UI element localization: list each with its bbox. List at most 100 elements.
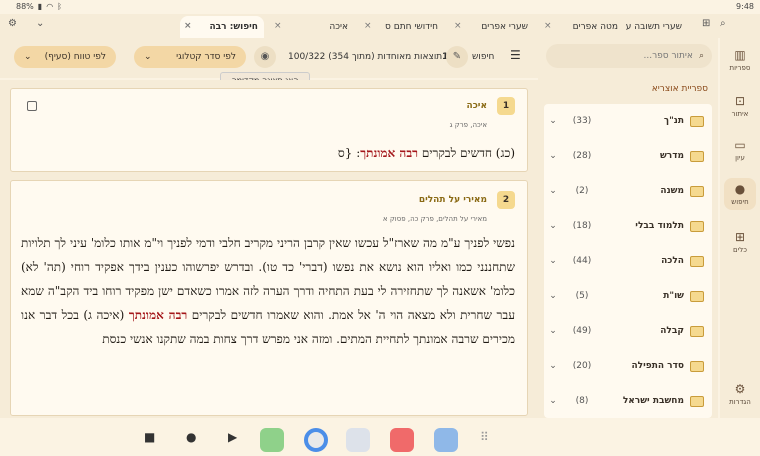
close-icon[interactable]: × — [364, 21, 372, 31]
book-icon: ▭ — [734, 138, 746, 152]
contacts-app-icon[interactable] — [346, 428, 370, 452]
rail-item-search[interactable]: ● חיפוש — [724, 178, 756, 210]
category-item[interactable]: תנ"ך (33) ⌄ — [544, 104, 712, 138]
category-item[interactable]: משנה (2) ⌄ — [544, 174, 712, 208]
close-icon[interactable]: × — [184, 21, 192, 31]
recents-button-icon[interactable]: ■ — [144, 430, 155, 444]
book-search-input[interactable]: ⌕ איתור ספר... — [546, 44, 712, 68]
folder-icon — [690, 290, 704, 302]
edit-query-button[interactable]: ✎ — [446, 46, 468, 68]
folder-icon — [690, 185, 704, 197]
close-icon[interactable]: × — [274, 21, 282, 31]
tab-search-raba[interactable]: חיפוש: רבה × — [180, 16, 264, 38]
library-panel: ⌕ איתור ספר... ספריית אוצריא תנ"ך (33) ⌄… — [538, 38, 718, 418]
category-item[interactable]: תלמוד בבלי (18) ⌄ — [544, 209, 712, 243]
eye-icon: ◉ — [260, 51, 270, 62]
youtube-app-icon[interactable] — [390, 428, 414, 452]
category-item[interactable]: קבלה (49) ⌄ — [544, 314, 712, 348]
search-highlight: רבה אמונתך — [360, 146, 419, 160]
battery-level: 88% — [16, 2, 34, 11]
settings-icon[interactable]: ⚙ — [8, 18, 17, 29]
back-button-icon[interactable]: ▶ — [228, 430, 237, 444]
range-filter-dropdown[interactable]: לפי טווח (סעיף) ⌄ — [14, 46, 116, 68]
rail-item-tools[interactable]: ⊞ כלים — [724, 230, 756, 254]
search-icon: ⌕ — [698, 51, 704, 61]
library-icon: ▥ — [734, 48, 746, 62]
preview-toggle-button[interactable]: ◉ — [254, 46, 276, 68]
rail-item-locate[interactable]: ⊡ איתור — [724, 94, 756, 118]
order-dropdown[interactable]: לפי סדר קטלוגי ⌄ — [134, 46, 246, 68]
category-item[interactable]: סדר התפילה (20) ⌄ — [544, 349, 712, 383]
result-reference: איכה, פרק ג — [449, 121, 487, 129]
result-text: נפשי לפניך ע"מ מה שארז"ל עכשו שאין קרבן … — [21, 236, 515, 346]
rail-item-libraries[interactable]: ▥ ספריות — [724, 48, 756, 72]
tools-icon: ⊞ — [734, 230, 746, 244]
results-list: 1 איכה איכה, פרק ג (כג) חדשים לבקרים רבה… — [0, 80, 538, 418]
result-title: מאירי על תהלים — [418, 195, 487, 205]
folder-icon — [690, 325, 704, 337]
search-icon[interactable]: ⌕ — [720, 18, 726, 29]
category-item[interactable]: שו"ת (5) ⌄ — [544, 279, 712, 313]
tab-shaarei-efraim[interactable]: שערי אפרים × — [450, 16, 534, 38]
tab-shaarei-teshuva[interactable]: שערי תשובה ע"ו — [626, 16, 688, 38]
app-drawer-icon[interactable]: ⠿ — [480, 430, 489, 444]
home-button-icon[interactable]: ● — [186, 430, 196, 444]
folder-icon — [690, 220, 704, 232]
bluetooth-icon: ᛒ — [57, 2, 62, 11]
add-tab-icon[interactable]: ⊞ — [702, 18, 710, 29]
result-reference: מאירי על תהלים, פרק כה, פסוק א — [382, 215, 487, 223]
results-summary: 100/322 תוצאות מאוחדות (מתוך 354) — [288, 52, 443, 62]
category-item[interactable]: הלכה (44) ⌄ — [544, 244, 712, 278]
result-card[interactable]: 2 מאירי על תהלים מאירי על תהלים, פרק כה,… — [10, 180, 528, 416]
wifi-icon: ◠ — [46, 2, 54, 11]
chevron-down-icon[interactable]: ⌄ — [544, 256, 562, 266]
chevron-down-icon[interactable]: ⌄ — [544, 151, 562, 161]
rail-item-settings[interactable]: ⚙ הגדרות — [724, 382, 756, 406]
tab-chidushei-chatam[interactable]: חידושי חתם ס × — [360, 16, 444, 38]
chevron-down-icon: ⌄ — [24, 52, 32, 62]
folder-icon — [690, 360, 704, 372]
tab-bar: ⚙ ⌄ חיפוש: רבה × איכה × חידושי חתם ס × שערי… — [0, 14, 760, 38]
folder-icon — [690, 115, 704, 127]
category-item[interactable]: מדרש (28) ⌄ — [544, 139, 712, 173]
locate-icon: ⊡ — [734, 94, 746, 108]
result-title: איכה — [466, 101, 487, 111]
chevron-down-icon[interactable]: ⌄ — [544, 186, 562, 196]
chrome-app-icon[interactable] — [304, 428, 328, 452]
close-icon[interactable]: × — [454, 21, 462, 31]
chevron-down-icon[interactable]: ⌄ — [544, 291, 562, 301]
chevron-down-icon[interactable]: ⌄ — [544, 326, 562, 336]
rail-item-study[interactable]: ▭ עיון — [724, 138, 756, 162]
folder-icon — [690, 255, 704, 267]
battery-icon: ▮ — [37, 2, 43, 11]
pencil-icon: ✎ — [452, 51, 462, 62]
result-text: (כג) חדשים לבקרים רבה אמונתך: {ס — [337, 146, 515, 160]
tab-eicha[interactable]: איכה × — [270, 16, 354, 38]
filter-list-icon[interactable]: ☰ — [510, 48, 521, 62]
chevron-down-icon[interactable]: ⌄ — [544, 361, 562, 371]
search-label: חיפוש — [472, 52, 495, 62]
system-nav-bar: ■ ● ▶ ⠿ — [0, 418, 760, 456]
chevron-down-icon[interactable]: ⌄ — [544, 116, 562, 126]
chevron-down-icon[interactable]: ⌄ — [36, 18, 44, 29]
gallery-app-icon[interactable] — [434, 428, 458, 452]
category-item[interactable]: מחשבת ישראל (8) ⌄ — [544, 384, 712, 418]
result-number: 1 — [497, 97, 515, 115]
close-icon[interactable]: × — [544, 21, 552, 31]
result-card[interactable]: 1 איכה איכה, פרק ג (כג) חדשים לבקרים רבה… — [10, 88, 528, 172]
phone-app-icon[interactable] — [260, 428, 284, 452]
folder-icon — [690, 150, 704, 162]
chevron-down-icon[interactable]: ⌄ — [544, 221, 562, 231]
search-highlight: רבה אמונתך — [128, 308, 188, 322]
library-title: ספריית אוצריא — [651, 84, 708, 94]
chevron-down-icon[interactable]: ⌄ — [544, 396, 562, 406]
folder-icon — [690, 395, 704, 407]
settings-icon: ⚙ — [734, 382, 746, 396]
clock: 9:48 — [736, 2, 754, 11]
tab-mate-efraim[interactable]: מטה אפרים × — [540, 16, 624, 38]
chevron-down-icon: ⌄ — [144, 52, 152, 62]
copy-icon[interactable] — [27, 101, 37, 111]
search-icon: ● — [734, 182, 746, 196]
result-number: 2 — [497, 191, 515, 209]
status-bar: 88% ▮ ◠ ᛒ 9:48 — [0, 0, 760, 14]
